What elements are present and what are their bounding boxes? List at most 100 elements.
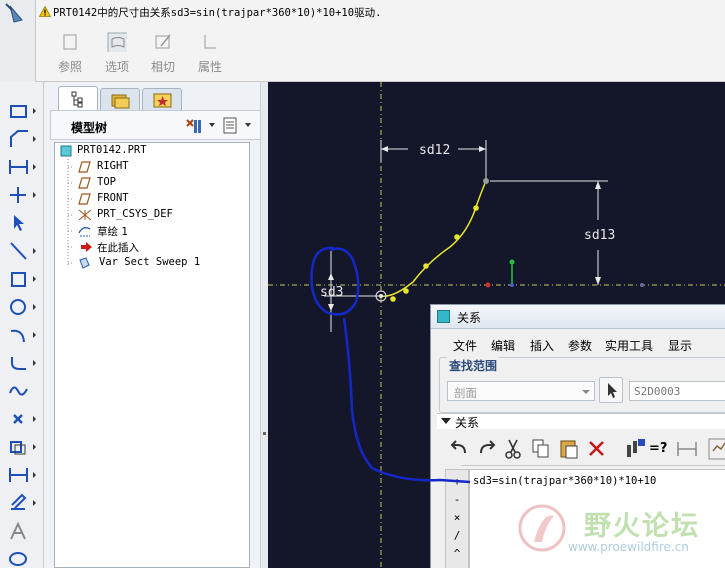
paste-button[interactable] bbox=[557, 437, 581, 461]
offset-tool[interactable] bbox=[6, 436, 36, 458]
multiply-operator[interactable]: × bbox=[446, 511, 468, 524]
sketch-point bbox=[640, 283, 644, 287]
evaluate-button[interactable]: =? bbox=[649, 437, 673, 461]
relation-text[interactable]: sd3=sin(trajpar*360*10)*10+10 bbox=[473, 475, 656, 487]
settings-dropdown-icon[interactable] bbox=[209, 123, 215, 127]
spline-point[interactable] bbox=[390, 296, 396, 302]
csys-green-dot bbox=[509, 259, 515, 265]
line-tool[interactable] bbox=[6, 240, 36, 262]
point-icon bbox=[13, 414, 23, 424]
tree-item-part[interactable]: PRT0142.PRT bbox=[55, 143, 245, 159]
toolbar-separator bbox=[461, 465, 725, 466]
dialog-title-bar[interactable]: 关系 bbox=[431, 305, 725, 329]
menu-show[interactable]: 显示 bbox=[668, 337, 692, 354]
menu-insert[interactable]: 插入 bbox=[530, 337, 554, 354]
delete-button[interactable] bbox=[585, 437, 609, 461]
scope-select[interactable]: 剖面 bbox=[447, 381, 595, 401]
menu-parameters[interactable]: 参数 bbox=[568, 337, 592, 354]
tree-item-sketch[interactable]: 草绘 1 bbox=[55, 223, 245, 239]
spline-point[interactable] bbox=[423, 263, 429, 269]
options-tab[interactable]: 选项 bbox=[97, 32, 137, 75]
fillet-tool[interactable] bbox=[6, 352, 36, 374]
dimension-icon bbox=[677, 442, 697, 456]
chamfer-tool[interactable] bbox=[6, 128, 36, 150]
copy-button[interactable] bbox=[529, 437, 553, 461]
show-menu-icon[interactable] bbox=[221, 116, 241, 136]
plus-operator[interactable]: + bbox=[446, 475, 468, 488]
dimension-tool[interactable] bbox=[6, 156, 36, 178]
redo-button[interactable] bbox=[475, 437, 499, 461]
model-tree: PRT0142.PRT RIGHT TOP FRONT PRT_CSYS_DEF… bbox=[54, 142, 250, 568]
power-operator[interactable]: ^ bbox=[446, 547, 468, 560]
pick-button[interactable] bbox=[599, 377, 623, 403]
dimension-sd13-label[interactable]: sd13 bbox=[584, 228, 615, 243]
tree-item-front[interactable]: FRONT bbox=[55, 191, 245, 207]
relations-section-header[interactable]: 关系 bbox=[437, 413, 725, 430]
centerline-tool[interactable] bbox=[6, 184, 36, 206]
warning-icon bbox=[39, 6, 51, 17]
tangency-tab[interactable]: 相切 bbox=[143, 32, 183, 75]
units-toggle-button[interactable] bbox=[623, 437, 647, 461]
spline-point[interactable] bbox=[473, 205, 479, 211]
show-dropdown-icon[interactable] bbox=[245, 123, 251, 127]
settings-icon[interactable] bbox=[183, 116, 207, 136]
folder-icon bbox=[111, 94, 130, 109]
dimension-sd3[interactable]: sd3 bbox=[320, 250, 381, 332]
point-tool[interactable] bbox=[6, 408, 36, 430]
section-field[interactable]: S2D0003 bbox=[629, 381, 725, 401]
watermark: 野火论坛 www.proewildfire.cn bbox=[512, 500, 725, 568]
undo-button[interactable] bbox=[447, 437, 471, 461]
text-tool[interactable] bbox=[6, 520, 36, 542]
options-icon bbox=[107, 32, 127, 52]
insert-arrow-icon bbox=[81, 242, 92, 252]
spline-point[interactable] bbox=[454, 234, 460, 240]
rectangle-tool[interactable] bbox=[6, 100, 36, 122]
arc-tool[interactable] bbox=[6, 324, 36, 346]
dimension-sd3-label[interactable]: sd3 bbox=[320, 285, 343, 300]
tab-favorites[interactable] bbox=[142, 88, 182, 110]
csys-blue-dot bbox=[510, 283, 514, 287]
tab-model-tree[interactable] bbox=[58, 86, 98, 110]
tree-item-var-sect-sweep[interactable]: Var Sect Sweep 1 bbox=[55, 255, 245, 271]
line-icon bbox=[10, 242, 27, 260]
tree-item-insert-here[interactable]: 在此插入 bbox=[55, 239, 245, 255]
select-tool[interactable] bbox=[6, 212, 36, 234]
spline-tool[interactable] bbox=[6, 380, 36, 402]
tab-folder-browser[interactable] bbox=[100, 88, 140, 110]
circle-tool[interactable] bbox=[6, 296, 36, 318]
rectangle-tool-2[interactable] bbox=[6, 268, 36, 290]
menu-utilities[interactable]: 实用工具 bbox=[605, 337, 653, 354]
tree-item-top[interactable]: TOP bbox=[55, 175, 245, 191]
collapse-triangle-icon bbox=[441, 418, 451, 424]
cut-button[interactable] bbox=[501, 437, 525, 461]
divide-operator[interactable]: / bbox=[446, 529, 468, 542]
dimension-sd12[interactable]: sd12 bbox=[380, 140, 487, 182]
spline-point[interactable] bbox=[403, 288, 409, 294]
message-text: PRT0142中的尺寸由关系sd3=sin(trajpar*360*10)*10… bbox=[53, 7, 382, 19]
tree-item-csys[interactable]: PRT_CSYS_DEF bbox=[55, 207, 245, 223]
circle-icon bbox=[10, 299, 26, 315]
find-scope-label: 查找范围 bbox=[447, 357, 500, 374]
normal-dimension-tool[interactable] bbox=[6, 464, 36, 486]
navigator-tabs bbox=[50, 86, 262, 110]
sort-relations-button[interactable] bbox=[675, 437, 699, 461]
palette-tool[interactable] bbox=[6, 546, 36, 568]
pointer-icon bbox=[608, 383, 617, 398]
sweep-tool-icon bbox=[5, 3, 23, 23]
references-tab[interactable]: 参照 bbox=[50, 32, 90, 75]
sketch-toolbar bbox=[0, 82, 44, 568]
verify-button[interactable] bbox=[707, 437, 725, 461]
relations-toolbar: =? bbox=[439, 433, 725, 465]
menu-edit[interactable]: 编辑 bbox=[491, 337, 515, 354]
dimension-sd13[interactable]: sd13 bbox=[490, 180, 615, 285]
spline-end-point[interactable] bbox=[483, 178, 489, 184]
properties-tab[interactable]: 属性 bbox=[190, 32, 230, 75]
dimension-sd12-label[interactable]: sd12 bbox=[419, 143, 450, 158]
panel-splitter[interactable] bbox=[260, 82, 268, 568]
menu-file[interactable]: 文件 bbox=[453, 337, 477, 354]
chevron-down-icon bbox=[582, 390, 590, 394]
minus-operator[interactable]: - bbox=[446, 493, 468, 506]
tree-item-right[interactable]: RIGHT bbox=[55, 159, 245, 175]
modify-tool[interactable] bbox=[6, 492, 36, 514]
trajectory-spline[interactable] bbox=[380, 180, 487, 297]
